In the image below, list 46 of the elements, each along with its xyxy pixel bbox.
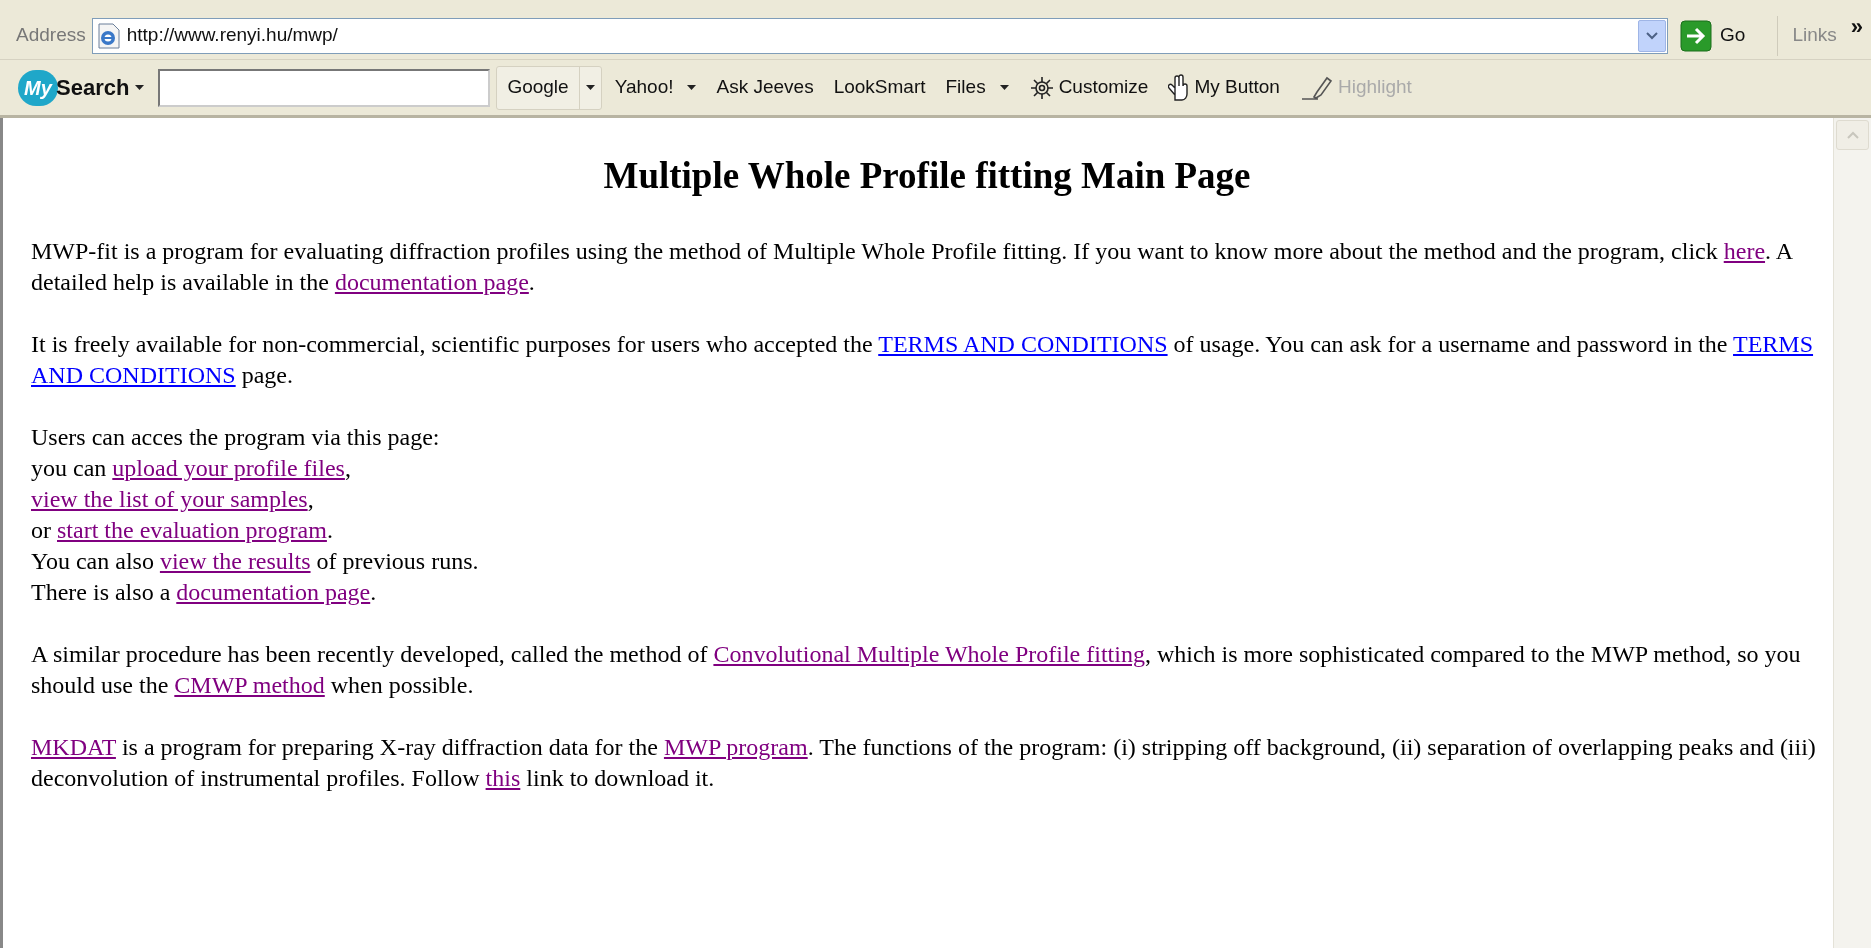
address-dropdown[interactable] xyxy=(1638,19,1667,52)
toolbar-button[interactable]: My Button xyxy=(1161,65,1287,110)
text-link[interactable]: AND CONDITIONS xyxy=(31,362,236,388)
caret-icon xyxy=(135,84,145,91)
paragraph: MKDAT is a program for preparing X-ray diffraction data for the MWP program. The functions of the program: (i) stripping off background, (ii) separation of overlapping peaks and (iii) deconvolution of instrumental profiles. Follow this link to download it. xyxy=(31,733,1817,793)
go-button[interactable]: Go xyxy=(1674,15,1752,56)
text-link[interactable]: this xyxy=(485,765,521,791)
toolbar-button[interactable]: LookSmart xyxy=(826,65,933,110)
text-link[interactable]: MKDAT xyxy=(31,734,116,760)
caret-icon xyxy=(585,84,595,91)
paragraph: It is freely available for non-commercial, scientific purposes for users who accepted the TERMS AND CONDITIONS of usage. You can ask for a username and password in the TERMS AND CONDITIONS page. xyxy=(31,330,1815,390)
paragraph: A similar procedure has been recently developed, called the method of Convolutional Multiple Whole Profile fitting, which is more sophisticated compared to the MWP method, so you should use the CMWP method when possible. xyxy=(31,640,1802,700)
chevron-icon xyxy=(1646,31,1659,40)
text-link[interactable]: CMWP method xyxy=(174,672,325,698)
text-link[interactable]: upload your profile files xyxy=(112,455,345,481)
caret-icon xyxy=(999,84,1009,91)
gear-icon xyxy=(1028,74,1055,101)
url-text: http://www.renyi.hu/mwp/ xyxy=(126,23,339,48)
text-link[interactable]: documentation page xyxy=(334,269,529,295)
hand-icon xyxy=(1168,73,1191,102)
text-link[interactable]: Convolutional Multiple Whole Profile fitting xyxy=(713,641,1145,667)
pen-icon xyxy=(1299,74,1334,101)
text-link[interactable]: start the evaluation program xyxy=(57,517,327,543)
paragraph: MWP-fit is a program for evaluating diffraction profiles using the method of Multiple Whole Profile fitting. If you want to know more about the method and the program, click here. A detailed help is available in the documentation page. xyxy=(31,237,1795,297)
page-icon xyxy=(96,22,121,49)
caret-icon xyxy=(687,84,697,91)
address-field[interactable]: http://www.renyi.hu/mwp/ xyxy=(91,17,1669,54)
search-field[interactable] xyxy=(158,68,491,107)
toolbar-button[interactable]: Ask Jeeves xyxy=(709,65,821,110)
address-label: Address xyxy=(16,23,86,48)
toolbar-button[interactable]: Customize xyxy=(1021,65,1156,110)
scrollbar[interactable] xyxy=(1833,118,1871,948)
toolbar-button[interactable]: Yahoo! xyxy=(607,65,704,110)
search-engine-button[interactable]: Google xyxy=(496,65,602,110)
paragraph: Users can acces the program via this page: you can upload your profile files, view the list of your samples, or start the evaluation program. You can also view the results of previous runs. There is also a documentation page. xyxy=(31,423,480,607)
text-link[interactable]: here xyxy=(1723,238,1766,264)
text-link[interactable]: MWP program xyxy=(663,734,808,760)
text-link[interactable]: view the results xyxy=(159,548,311,574)
page-title: Multiple Whole Profile fitting Main Page xyxy=(602,154,1252,198)
more-button[interactable]: » xyxy=(1850,12,1863,42)
text-link[interactable]: view the list of your samples xyxy=(31,486,308,512)
toolbar-button[interactable]: Files xyxy=(938,65,1016,110)
text-link[interactable]: TERMS xyxy=(1733,331,1814,357)
text-link[interactable]: documentation page xyxy=(176,579,371,605)
search-logo[interactable]: My Search xyxy=(18,69,130,106)
text-link[interactable]: TERMS AND CONDITIONS xyxy=(878,331,1168,357)
